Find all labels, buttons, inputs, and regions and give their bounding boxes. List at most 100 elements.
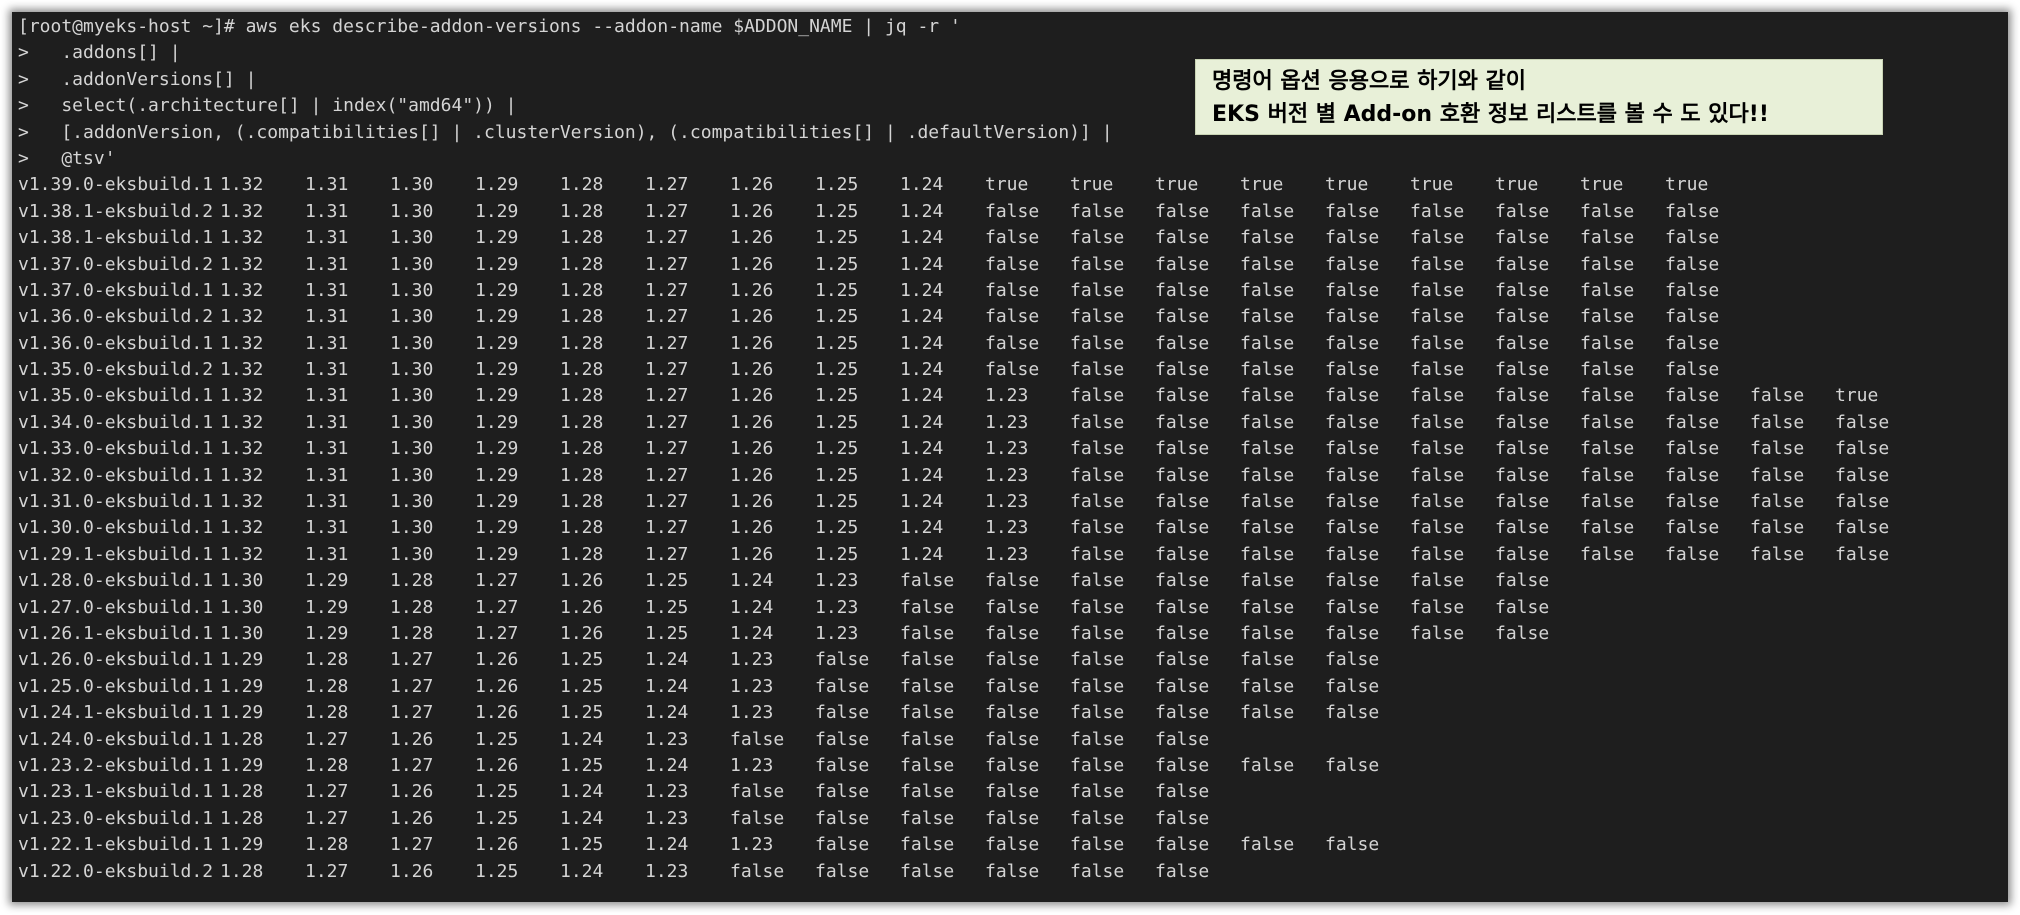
value-cell: true bbox=[985, 174, 1029, 196]
output-row: v1.29.1-eksbuild.1 1.32 1.31 1.30 1.29 1.28 1.… bbox=[18, 542, 1889, 568]
value-cell: 1.25 bbox=[815, 438, 859, 460]
value-cell: false bbox=[1070, 227, 1125, 249]
value-cell: false bbox=[1835, 464, 1890, 486]
value-cell: false bbox=[1070, 359, 1125, 381]
value-cell: 1.23 bbox=[815, 570, 859, 592]
value-cell: false bbox=[1665, 253, 1720, 275]
annotation-line-2: EKS 버전 별 Add-on 호환 정보 리스트를 볼 수 도 있다!! bbox=[1212, 102, 1769, 127]
value-cell: 1.25 bbox=[645, 596, 689, 618]
value-cell: false bbox=[900, 649, 955, 671]
value-cell: 1.32 bbox=[220, 411, 264, 433]
value-cell: false bbox=[1155, 834, 1210, 856]
value-cell: 1.30 bbox=[390, 253, 434, 275]
value-cell: false bbox=[1325, 754, 1380, 776]
value-cell: 1.23 bbox=[645, 807, 689, 829]
value-cell: 1.29 bbox=[475, 279, 519, 301]
value-cell: 1.28 bbox=[305, 675, 349, 697]
value-cell: false bbox=[1155, 570, 1210, 592]
value-cell: false bbox=[985, 649, 1040, 671]
value-cell: 1.25 bbox=[815, 517, 859, 539]
value-cell: false bbox=[1410, 596, 1465, 618]
value-cell: 1.30 bbox=[390, 279, 434, 301]
value-cell: 1.30 bbox=[390, 438, 434, 460]
value-cell: 1.24 bbox=[900, 438, 944, 460]
value-cell: 1.28 bbox=[305, 754, 349, 776]
value-cell: 1.26 bbox=[475, 702, 519, 724]
value-cell: 1.25 bbox=[815, 332, 859, 354]
value-cell: false bbox=[1155, 200, 1210, 222]
value-cell: 1.25 bbox=[815, 411, 859, 433]
value-cell: false bbox=[985, 860, 1040, 882]
value-cell: false bbox=[985, 781, 1040, 803]
value-cell: false bbox=[900, 807, 955, 829]
value-cell: 1.32 bbox=[220, 253, 264, 275]
value-cell: 1.31 bbox=[305, 306, 349, 328]
value-cell: 1.27 bbox=[305, 728, 349, 750]
value-cell: false bbox=[985, 200, 1040, 222]
value-cell: 1.23 bbox=[645, 781, 689, 803]
addon-version-cell: v1.22.1-eksbuild.1 bbox=[18, 834, 214, 856]
output-row: v1.25.0-eksbuild.1 1.29 1.28 1.27 1.26 1.25 1.… bbox=[18, 674, 1379, 700]
value-cell: false bbox=[1155, 253, 1210, 275]
value-cell: 1.29 bbox=[220, 834, 264, 856]
value-cell: 1.29 bbox=[475, 464, 519, 486]
value-cell: 1.25 bbox=[475, 728, 519, 750]
value-cell: 1.26 bbox=[390, 728, 434, 750]
value-cell: false bbox=[1325, 385, 1380, 407]
value-cell: false bbox=[1665, 438, 1720, 460]
value-cell: 1.24 bbox=[900, 543, 944, 565]
value-cell: 1.26 bbox=[730, 464, 774, 486]
value-cell: 1.28 bbox=[390, 596, 434, 618]
value-cell: 1.27 bbox=[645, 385, 689, 407]
value-cell: false bbox=[985, 359, 1040, 381]
value-cell: 1.28 bbox=[220, 728, 264, 750]
value-cell: 1.32 bbox=[220, 227, 264, 249]
output-row: v1.36.0-eksbuild.2 1.32 1.31 1.30 1.29 1.28 1.… bbox=[18, 304, 1719, 330]
output-row: v1.23.0-eksbuild.1 1.28 1.27 1.26 1.25 1.24 1.… bbox=[18, 806, 1209, 832]
annotation-callout: 명령어 옵션 응용으로 하기와 같이 EKS 버전 별 Add-on 호환 정보… bbox=[1195, 59, 1883, 135]
value-cell: 1.29 bbox=[475, 491, 519, 513]
value-cell: false bbox=[1325, 253, 1380, 275]
value-cell: 1.27 bbox=[645, 359, 689, 381]
value-cell: false bbox=[1325, 596, 1380, 618]
value-cell: 1.27 bbox=[645, 517, 689, 539]
value-cell: 1.28 bbox=[560, 200, 604, 222]
value-cell: false bbox=[1240, 622, 1295, 644]
value-cell: false bbox=[815, 860, 870, 882]
value-cell: 1.30 bbox=[390, 517, 434, 539]
value-cell: false bbox=[1325, 702, 1380, 724]
value-cell: false bbox=[1240, 306, 1295, 328]
value-cell: false bbox=[1410, 570, 1465, 592]
value-cell: 1.28 bbox=[220, 807, 264, 829]
value-cell: false bbox=[1325, 464, 1380, 486]
addon-version-cell: v1.26.1-eksbuild.1 bbox=[18, 622, 214, 644]
value-cell: 1.29 bbox=[475, 517, 519, 539]
value-cell: false bbox=[1240, 200, 1295, 222]
value-cell: 1.23 bbox=[985, 464, 1029, 486]
value-cell: false bbox=[1410, 411, 1465, 433]
terminal-window[interactable]: [root@myeks-host ~]# aws eks describe-ad… bbox=[12, 12, 2008, 902]
value-cell: 1.27 bbox=[645, 279, 689, 301]
value-cell: false bbox=[1580, 279, 1635, 301]
value-cell: 1.28 bbox=[560, 306, 604, 328]
value-cell: 1.27 bbox=[390, 649, 434, 671]
value-cell: false bbox=[1325, 834, 1380, 856]
value-cell: 1.24 bbox=[560, 807, 604, 829]
value-cell: false bbox=[1070, 834, 1125, 856]
value-cell: 1.29 bbox=[220, 649, 264, 671]
value-cell: false bbox=[1325, 543, 1380, 565]
value-cell: 1.32 bbox=[220, 306, 264, 328]
value-cell: 1.26 bbox=[475, 675, 519, 697]
value-cell: 1.24 bbox=[560, 781, 604, 803]
value-cell: 1.29 bbox=[220, 702, 264, 724]
value-cell: false bbox=[1070, 675, 1125, 697]
value-cell: 1.25 bbox=[645, 622, 689, 644]
value-cell: false bbox=[1495, 200, 1550, 222]
value-cell: false bbox=[1155, 332, 1210, 354]
value-cell: true bbox=[1155, 174, 1199, 196]
value-cell: 1.31 bbox=[305, 385, 349, 407]
value-cell: 1.27 bbox=[645, 306, 689, 328]
command-continuation-line: > .addonVersions[] | bbox=[18, 68, 257, 90]
value-cell: false bbox=[1665, 464, 1720, 486]
value-cell: false bbox=[1495, 279, 1550, 301]
